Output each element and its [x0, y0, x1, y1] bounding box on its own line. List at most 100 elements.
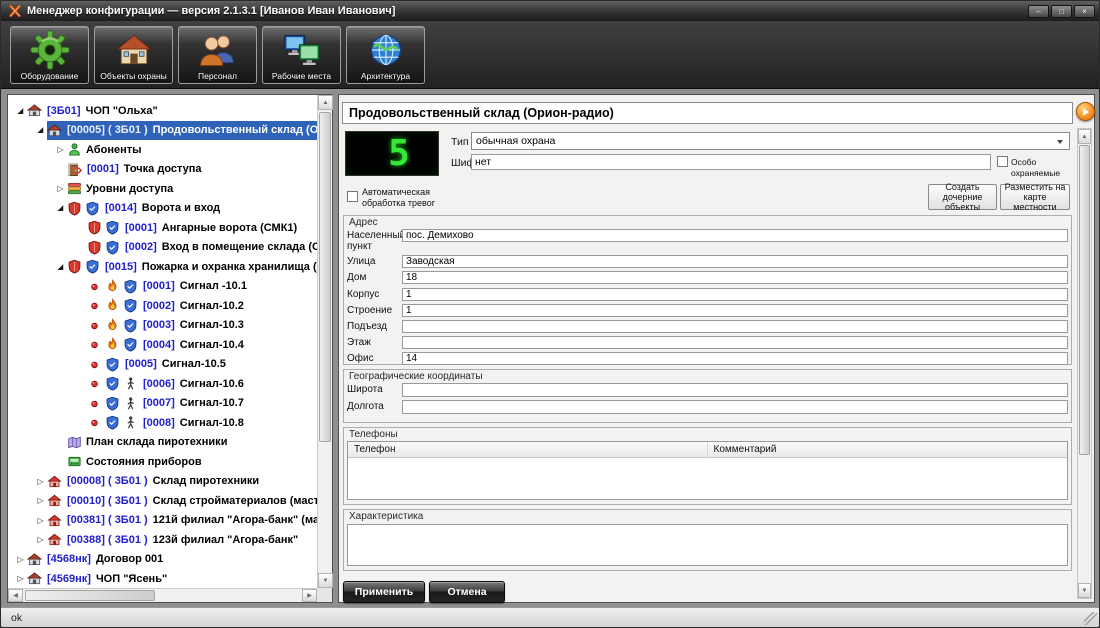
- tree-item-body[interactable]: [00005] ( 3Б01 )Продовольственный склад …: [47, 121, 317, 141]
- tree-item[interactable]: ▷[00008] ( 3Б01 )Склад пиротехники: [8, 472, 317, 492]
- tree-item[interactable]: [0007]Сигнал-10.7: [8, 394, 317, 414]
- tree-item[interactable]: ◢[00005] ( 3Б01 )Продовольственный склад…: [8, 121, 317, 141]
- address-field-input-5[interactable]: [402, 320, 1068, 333]
- tree-expand-arrow-icon[interactable]: ◢: [54, 263, 67, 271]
- toolbar-button-workstations[interactable]: Рабочие места: [262, 26, 341, 84]
- tree-expand-arrow-icon[interactable]: ▷: [34, 535, 47, 544]
- go-arrow-button[interactable]: [1076, 102, 1095, 121]
- toolbar-button-architecture[interactable]: Архитектура: [346, 26, 425, 84]
- form-scroll-down-arrow-icon[interactable]: ▼: [1078, 583, 1091, 598]
- tree-item-body[interactable]: Абоненты: [67, 140, 317, 160]
- tree-expand-arrow-icon[interactable]: ▷: [34, 477, 47, 486]
- tree-item[interactable]: ▷[00388] ( 3Б01 )123й филиал "Агора-банк…: [8, 530, 317, 550]
- tree-item-body[interactable]: [00388] ( 3Б01 )123й филиал "Агора-банк": [47, 530, 317, 550]
- close-button[interactable]: ×: [1074, 5, 1095, 18]
- lock-code-input[interactable]: [471, 154, 991, 170]
- auto-alarm-checkbox[interactable]: [347, 191, 358, 202]
- tree-item[interactable]: [0001]Сигнал -10.1: [8, 277, 317, 297]
- tree-item[interactable]: [0001]Точка доступа: [8, 160, 317, 180]
- address-field-input-3[interactable]: [402, 288, 1068, 301]
- tree-item-body[interactable]: [00008] ( 3Б01 )Склад пиротехники: [47, 472, 317, 492]
- tree-item-body[interactable]: [0001]Точка доступа: [67, 160, 317, 180]
- tree-item[interactable]: [0002]Сигнал-10.2: [8, 296, 317, 316]
- tree-item[interactable]: ◢[0014]Ворота и вход: [8, 199, 317, 219]
- address-field-input-4[interactable]: [402, 304, 1068, 317]
- tree-item-body[interactable]: [4568нк]Договор 001: [27, 550, 317, 570]
- tree-item[interactable]: [0006]Сигнал-10.6: [8, 374, 317, 394]
- tree-vertical-scrollbar[interactable]: ▲ ▼: [317, 95, 332, 588]
- maximize-button[interactable]: □: [1051, 5, 1072, 18]
- characteristic-textarea[interactable]: [347, 524, 1068, 566]
- tree-expand-arrow-icon[interactable]: ◢: [54, 204, 67, 212]
- minimize-button[interactable]: –: [1028, 5, 1049, 18]
- tree-item-body[interactable]: Уровни доступа: [67, 179, 317, 199]
- phones-table[interactable]: ТелефонКомментарий: [347, 441, 1068, 500]
- tree-item-body[interactable]: [0002]Вход в помещение склада (СМК-2): [87, 238, 317, 258]
- tree-item-body[interactable]: [0005]Сигнал-10.5: [87, 355, 317, 375]
- tree-item[interactable]: ▷[00010] ( 3Б01 )Склад стройматериалов (…: [8, 491, 317, 511]
- tree-item[interactable]: [0001]Ангарные ворота (СМК1): [8, 218, 317, 238]
- tree-item-body[interactable]: [0001]Ангарные ворота (СМК1): [87, 218, 317, 238]
- tree-item-body[interactable]: [00010] ( 3Б01 )Склад стройматериалов (м…: [47, 491, 317, 511]
- address-field-input-0[interactable]: [402, 229, 1068, 242]
- tree-item-body[interactable]: [0004]Сигнал-10.4: [87, 335, 317, 355]
- tree-expand-arrow-icon[interactable]: ▷: [54, 184, 67, 193]
- tree-item[interactable]: Состояния приборов: [8, 452, 317, 472]
- tree-expand-arrow-icon[interactable]: ▷: [14, 555, 27, 564]
- create-children-button[interactable]: Создать дочерние объекты: [928, 184, 997, 210]
- address-field-input-7[interactable]: [402, 352, 1068, 365]
- tree-item-body[interactable]: [4569нк]ЧОП "Ясень": [27, 569, 317, 588]
- tree-item-body[interactable]: [00381] ( 3Б01 )121й филиал "Агора-банк"…: [47, 511, 317, 531]
- type-dropdown[interactable]: обычная охрана: [471, 132, 1070, 150]
- tree-item[interactable]: [0003]Сигнал-10.3: [8, 316, 317, 336]
- tree-item-body[interactable]: [0015]Пожарка и охранка хранилища (Сигна…: [67, 257, 317, 277]
- toolbar-button-guard-objects[interactable]: Объекты охраны: [94, 26, 173, 84]
- tree-item-body[interactable]: [0008]Сигнал-10.8: [87, 413, 317, 433]
- object-name-input[interactable]: [342, 102, 1073, 124]
- tree-item[interactable]: [0005]Сигнал-10.5: [8, 355, 317, 375]
- tree-item-body[interactable]: [0001]Сигнал -10.1: [87, 277, 317, 297]
- toolbar-button-personnel[interactable]: Персонал: [178, 26, 257, 84]
- tree-item[interactable]: ▷[00381] ( 3Б01 )121й филиал "Агора-банк…: [8, 511, 317, 531]
- tree-item-body[interactable]: [3Б01]ЧОП "Ольха": [27, 101, 317, 121]
- tree-item[interactable]: ▷Абоненты: [8, 140, 317, 160]
- address-field-input-1[interactable]: [402, 255, 1068, 268]
- tree-expand-arrow-icon[interactable]: ◢: [14, 107, 27, 115]
- tree-expand-arrow-icon[interactable]: ▷: [14, 574, 27, 583]
- cancel-button[interactable]: Отмена: [429, 581, 505, 603]
- tree-item-body[interactable]: [0003]Сигнал-10.3: [87, 316, 317, 336]
- tree-expand-arrow-icon[interactable]: ▷: [54, 145, 67, 154]
- address-field-input-6[interactable]: [402, 336, 1068, 349]
- tree-item[interactable]: [0002]Вход в помещение склада (СМК-2): [8, 238, 317, 258]
- tree-item-body[interactable]: [0014]Ворота и вход: [67, 199, 317, 219]
- place-on-map-button[interactable]: Разместить на карте местности: [1000, 184, 1070, 210]
- tree-item[interactable]: [0008]Сигнал-10.8: [8, 413, 317, 433]
- special-guard-checkbox[interactable]: [997, 156, 1008, 167]
- resize-grip[interactable]: [1084, 612, 1097, 625]
- tree-vscroll-thumb[interactable]: [319, 112, 331, 442]
- toolbar-button-equipment[interactable]: Оборудование: [10, 26, 89, 84]
- tree-item[interactable]: ▷[4569нк]ЧОП "Ясень": [8, 569, 317, 588]
- form-vertical-scrollbar[interactable]: ▲ ▼: [1077, 128, 1092, 599]
- tree-item-body[interactable]: Состояния приборов: [67, 452, 317, 472]
- tree-item[interactable]: ▷Уровни доступа: [8, 179, 317, 199]
- tree-item[interactable]: ◢[0015]Пожарка и охранка хранилища (Сигн…: [8, 257, 317, 277]
- tree-item[interactable]: План склада пиротехники: [8, 433, 317, 453]
- tree-item-body[interactable]: План склада пиротехники: [67, 433, 317, 453]
- coordinate-field-input-1[interactable]: [402, 400, 1068, 414]
- tree-expand-arrow-icon[interactable]: ◢: [34, 126, 47, 134]
- scroll-right-arrow-icon[interactable]: ▶: [302, 589, 317, 602]
- apply-button[interactable]: Применить: [343, 581, 425, 603]
- coordinate-field-input-0[interactable]: [402, 383, 1068, 397]
- scroll-left-arrow-icon[interactable]: ◀: [8, 589, 23, 602]
- tree-item-body[interactable]: [0007]Сигнал-10.7: [87, 394, 317, 414]
- tree-horizontal-scrollbar[interactable]: ◀ ▶: [8, 588, 317, 602]
- tree-expand-arrow-icon[interactable]: ▷: [34, 516, 47, 525]
- address-field-input-2[interactable]: [402, 271, 1068, 284]
- form-scroll-up-arrow-icon[interactable]: ▲: [1078, 129, 1091, 144]
- tree-expand-arrow-icon[interactable]: ▷: [34, 496, 47, 505]
- scroll-down-arrow-icon[interactable]: ▼: [318, 573, 333, 588]
- scroll-up-arrow-icon[interactable]: ▲: [318, 95, 333, 110]
- tree-item[interactable]: ◢[3Б01]ЧОП "Ольха": [8, 101, 317, 121]
- form-vscroll-thumb[interactable]: [1079, 145, 1090, 455]
